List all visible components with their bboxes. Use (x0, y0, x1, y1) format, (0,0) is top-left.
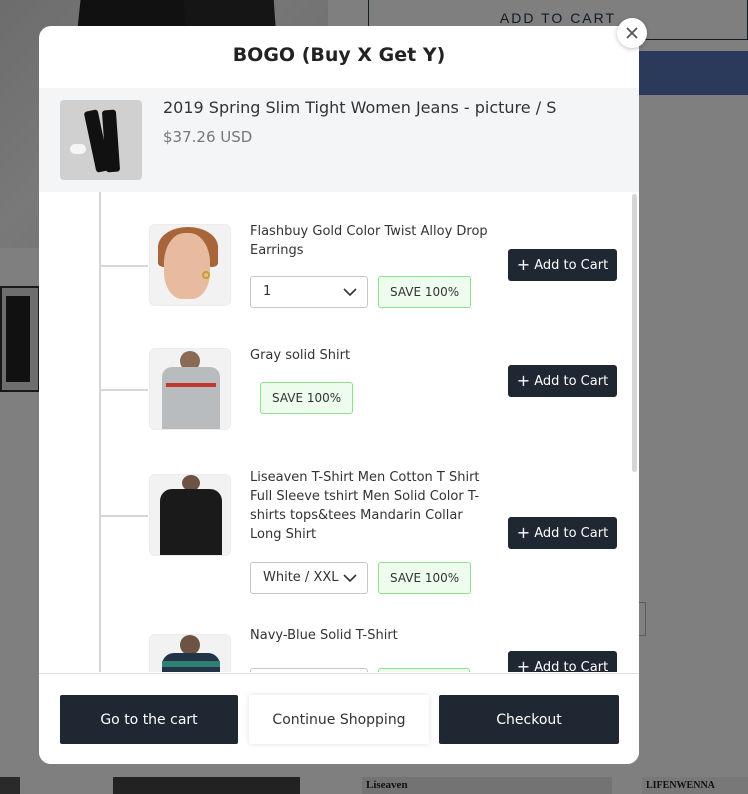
plus-icon: + (516, 255, 531, 274)
add-to-cart-button[interactable]: + Add to Cart (508, 651, 617, 672)
quantity-select[interactable]: 1 (250, 276, 368, 308)
modal-title: BOGO (Buy X Get Y) (232, 44, 446, 66)
offer-item-image (149, 348, 231, 430)
main-product: 2019 Spring Slim Tight Women Jeans - pic… (39, 88, 639, 192)
continue-shopping-button[interactable]: Continue Shopping (249, 695, 429, 744)
plus-icon: + (516, 371, 531, 390)
chevron-down-icon (343, 288, 357, 297)
offer-item-image (149, 474, 231, 556)
close-button[interactable] (617, 18, 647, 48)
save-badge (378, 668, 470, 672)
offer-item-name: Navy-Blue Solid T-Shirt (250, 628, 398, 643)
add-to-cart-label: Add to Cart (534, 373, 609, 389)
plus-icon: + (516, 523, 531, 542)
variant-select[interactable]: White / XXL (250, 562, 368, 594)
scrollbar[interactable] (632, 194, 637, 472)
chevron-down-icon (343, 574, 357, 583)
main-product-image (60, 100, 142, 180)
offer-item-name: Liseaven T-Shirt Men Cotton T Shirt Full… (250, 470, 480, 542)
offer-item-image (149, 634, 231, 672)
tree-connector (99, 192, 101, 672)
offer-item-image (149, 224, 231, 306)
offer-list[interactable]: Flashbuy Gold Color Twist Alloy Drop Ear… (39, 192, 639, 672)
plus-icon: + (516, 657, 531, 673)
save-badge: SAVE 100% (260, 382, 354, 414)
add-to-cart-button[interactable]: + Add to Cart (508, 517, 617, 549)
tree-branch (100, 265, 148, 267)
add-to-cart-label: Add to Cart (534, 525, 609, 541)
bogo-modal: BOGO (Buy X Get Y) 2019 Spring Slim Tigh… (39, 26, 639, 764)
go-to-cart-button[interactable]: Go to the cart (60, 695, 238, 744)
add-to-cart-label: Add to Cart (534, 257, 609, 273)
save-badge: SAVE 100% (378, 562, 472, 594)
offer-item-name: Flashbuy Gold Color Twist Alloy Drop Ear… (250, 224, 488, 258)
offer-item-name: Gray solid Shirt (250, 348, 351, 363)
checkout-button[interactable]: Checkout (439, 695, 619, 744)
main-product-price: $37.26 USD (163, 128, 253, 146)
add-to-cart-button[interactable]: + Add to Cart (508, 249, 617, 281)
add-to-cart-label: Add to Cart (534, 659, 609, 673)
select-value: White / XXL (263, 570, 339, 585)
main-product-name: 2019 Spring Slim Tight Women Jeans - pic… (163, 98, 557, 117)
close-icon (626, 27, 638, 39)
select-value: 1 (263, 284, 272, 299)
variant-select[interactable] (250, 668, 368, 672)
save-badge: SAVE 100% (378, 276, 472, 308)
modal-footer: Go to the cart Continue Shopping Checkou… (39, 673, 639, 764)
tree-branch (100, 389, 148, 391)
add-to-cart-button[interactable]: + Add to Cart (508, 365, 617, 397)
tree-branch (100, 515, 148, 517)
